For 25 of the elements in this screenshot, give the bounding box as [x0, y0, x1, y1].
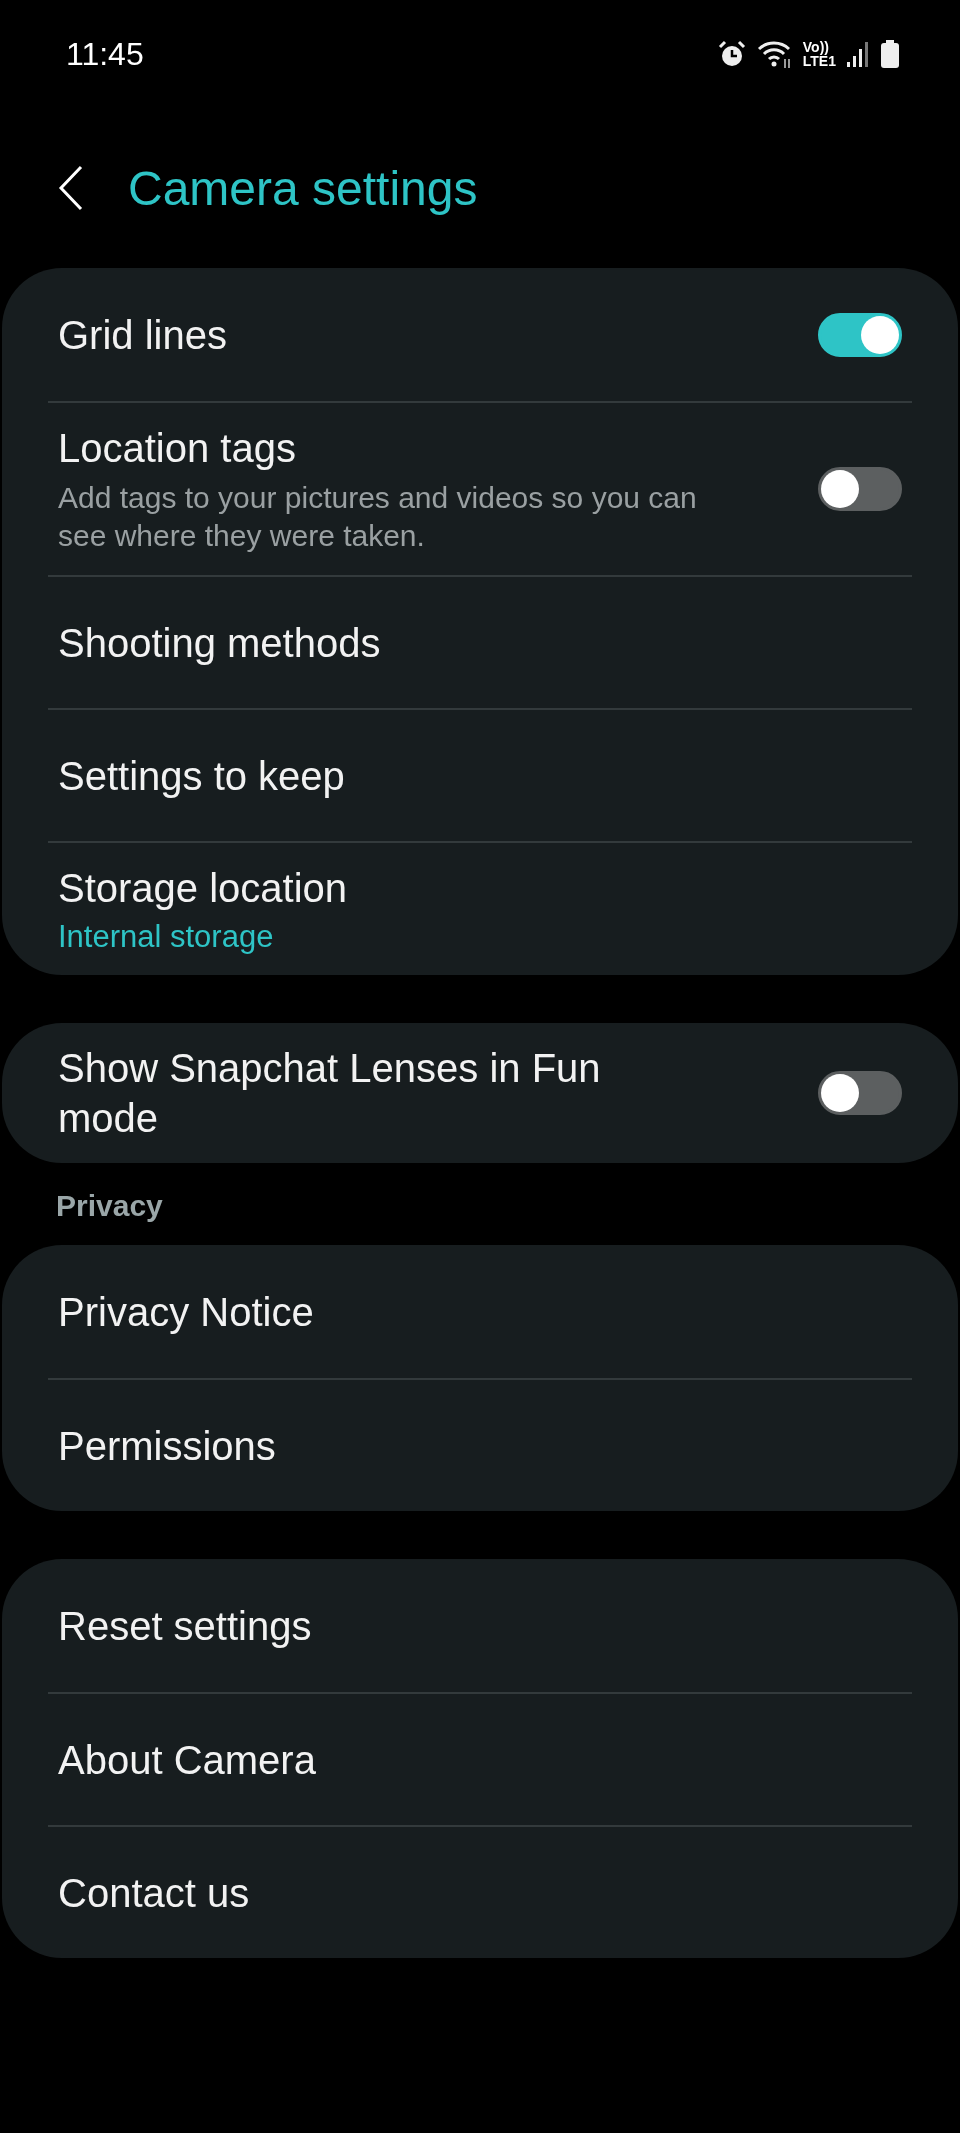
- network-label: Vo)) LTE1: [802, 40, 836, 68]
- status-time: 11:45: [66, 35, 144, 73]
- signal-icon: [846, 40, 870, 68]
- toggle-switch[interactable]: [818, 312, 902, 357]
- toggle-switch[interactable]: [818, 467, 902, 511]
- setting-title[interactable]: Reset settings: [58, 1600, 312, 1651]
- page-title: Camera settings: [128, 160, 478, 216]
- setting-title[interactable]: About Camera: [58, 1734, 316, 1785]
- setting-value: Internal storage: [58, 919, 275, 955]
- setting-title[interactable]: Shooting methods: [58, 617, 381, 668]
- section-heading: Privacy: [55, 1188, 164, 1224]
- wifi-icon: [756, 39, 793, 69]
- toggle-switch[interactable]: [818, 1071, 902, 1115]
- setting-title[interactable]: Grid lines: [58, 309, 227, 360]
- setting-title[interactable]: Storage location: [58, 863, 348, 913]
- battery-icon: [880, 39, 900, 69]
- setting-title[interactable]: Privacy Notice: [58, 1286, 314, 1337]
- setting-title[interactable]: Show Snapchat Lenses in Fun mode: [58, 1043, 708, 1143]
- setting-description: Add tags to your pictures and videos so you can see where they were taken.: [58, 480, 698, 554]
- setting-title[interactable]: Contact us: [58, 1867, 250, 1918]
- alarm-icon: [716, 39, 747, 69]
- setting-title[interactable]: Permissions: [58, 1420, 276, 1471]
- back-button[interactable]: [58, 165, 84, 211]
- setting-title[interactable]: Settings to keep: [58, 750, 345, 801]
- setting-title[interactable]: Location tags: [58, 423, 708, 473]
